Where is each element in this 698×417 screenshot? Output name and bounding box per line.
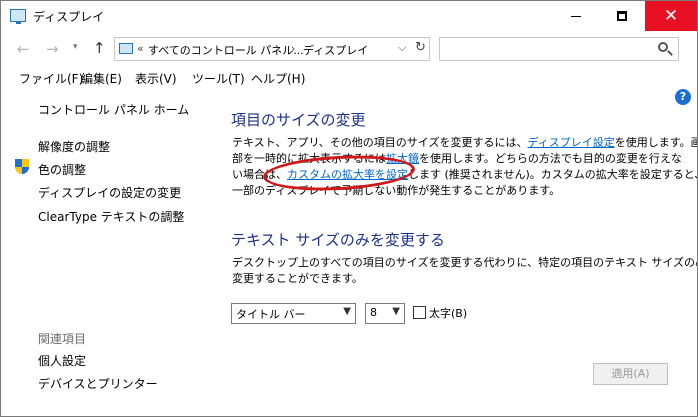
chevron-down-icon: ▼ [392, 306, 400, 317]
help-icon[interactable]: ? [675, 89, 691, 105]
apply-button[interactable]: 適用(A) [593, 363, 668, 385]
display-window: ディスプレイ ✕ ← → ▾ ↑ « すべてのコントロール パネル... › デ… [0, 0, 698, 417]
address-overflow[interactable]: « [137, 42, 144, 55]
address-bar[interactable]: « すべてのコントロール パネル... › ディスプレイ ⌵ ↻ [114, 37, 430, 61]
minimize-icon [571, 15, 581, 17]
menu-tools[interactable]: ツール(T) [192, 70, 245, 87]
window-title: ディスプレイ [33, 10, 105, 24]
forward-arrow-icon[interactable]: → [46, 40, 59, 58]
font-size-select[interactable]: 8 ▼ [365, 303, 405, 324]
back-arrow-icon[interactable]: ← [17, 40, 30, 58]
sidebar-item-devices-printers[interactable]: デバイスとプリンター [38, 375, 158, 392]
control-panel-home-link[interactable]: コントロール パネル ホーム [38, 101, 189, 118]
control-panel-icon [119, 43, 133, 54]
section1-line1-post: を使用します。画面の一 [614, 136, 697, 149]
maximize-button[interactable] [599, 1, 645, 31]
maximize-icon [617, 11, 627, 21]
text-size-only-heading: テキスト サイズのみを変更する [231, 231, 445, 249]
section1-line1-pre: テキスト、アプリ、その他の項目のサイズを変更するには、 [232, 136, 528, 149]
title-bar: ディスプレイ ✕ [1, 1, 697, 32]
menu-help[interactable]: ヘルプ(H) [251, 70, 305, 87]
breadcrumb-display[interactable]: ディスプレイ [303, 42, 368, 58]
breadcrumb-separator-icon[interactable]: › [291, 42, 295, 55]
related-topics-label: 関連項目 [38, 332, 87, 346]
sidebar-item-color-calibration[interactable]: 色の調整 [38, 161, 86, 178]
search-icon[interactable] [658, 42, 668, 52]
address-dropdown-icon[interactable]: ⌵ [398, 41, 406, 55]
section1-line1: テキスト、アプリ、その他の項目のサイズを変更するには、ディスプレイ設定を使用しま… [232, 134, 697, 150]
item-type-select[interactable]: タイトル バー ▼ [231, 303, 356, 324]
bold-checkbox-label[interactable]: 太字(B) [429, 305, 467, 321]
sidebar-item-display-settings[interactable]: ディスプレイの設定の変更 [38, 184, 181, 201]
bold-checkbox[interactable] [413, 306, 426, 319]
menu-bar: ファイル(F) 編集(E) 表示(V) ツール(T) ヘルプ(H) [1, 66, 697, 88]
sidebar-item-personalization[interactable]: 個人設定 [38, 352, 86, 369]
close-icon: ✕ [663, 5, 679, 26]
chevron-down-icon: ▼ [343, 306, 351, 317]
sidebar-item-cleartype[interactable]: ClearType テキストの調整 [38, 208, 184, 225]
sidebar-item-resolution[interactable]: 解像度の調整 [38, 138, 110, 155]
minimize-button[interactable] [553, 1, 599, 31]
breadcrumb-all-control-panel[interactable]: すべてのコントロール パネル... [148, 42, 304, 58]
recent-locations-chevron-icon[interactable]: ▾ [73, 42, 78, 52]
display-app-icon [10, 9, 26, 24]
item-type-value: タイトル バー [236, 308, 306, 321]
menu-view[interactable]: 表示(V) [135, 70, 177, 87]
section2-line1: デスクトップ上のすべての項目のサイズを変更する代わりに、特定の項目のテキスト サ… [232, 256, 698, 269]
close-button[interactable]: ✕ [645, 1, 697, 31]
font-size-value: 8 [370, 306, 377, 319]
navigation-bar: ← → ▾ ↑ « すべてのコントロール パネル... › ディスプレイ ⌵ ↻ [1, 32, 697, 66]
section1-line3-post: します (推奨されません)。カスタムの拡大率を設定すると、 [408, 168, 698, 181]
menu-file[interactable]: ファイル(F) [19, 70, 83, 87]
section1-line2-post: を使用します。どちらの方法でも目的の変更を行えな [419, 152, 682, 165]
up-arrow-icon[interactable]: ↑ [93, 39, 106, 57]
search-input[interactable] [439, 37, 679, 61]
uac-shield-icon [15, 159, 29, 175]
refresh-icon[interactable]: ↻ [415, 40, 426, 55]
section2-line2: 変更することができます。 [232, 272, 363, 285]
display-settings-link[interactable]: ディスプレイ設定 [527, 136, 614, 149]
change-item-size-heading: 項目のサイズの変更 [231, 111, 366, 129]
menu-edit[interactable]: 編集(E) [81, 70, 122, 87]
